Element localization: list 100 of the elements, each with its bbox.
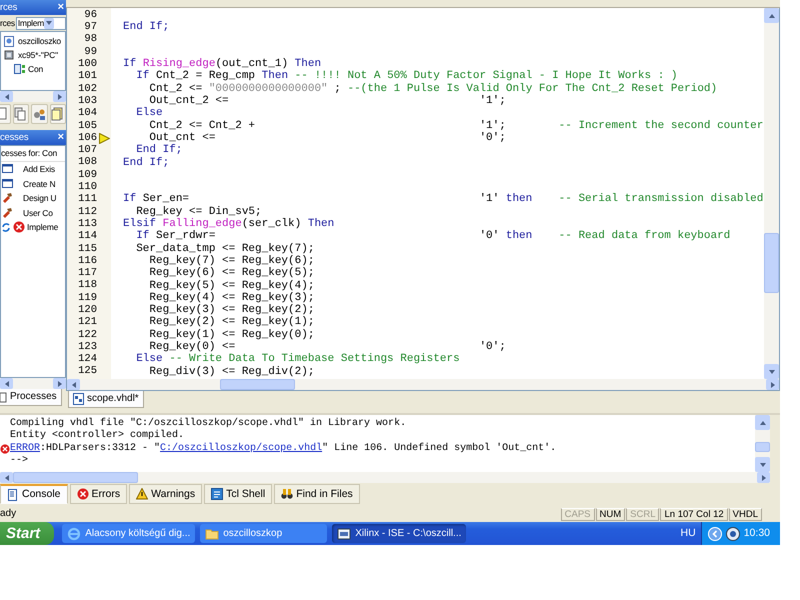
scroll-up-button[interactable] [764, 8, 779, 23]
process-item[interactable]: Add Exis [23, 164, 55, 174]
line-number: 106 [78, 132, 97, 144]
warning-icon [136, 488, 148, 500]
horizontal-scrollbar[interactable] [0, 472, 770, 483]
line-number: 97 [84, 21, 97, 34]
code-text: Reg_key(4) <= Reg_key(3); [148, 292, 314, 304]
expand-icon[interactable] [708, 526, 722, 540]
tools-icon [2, 206, 14, 219]
code-text: Reg_key(3) <= Reg_key(2); [148, 304, 314, 316]
document-icon [51, 107, 64, 121]
console-line: ERROR:HDLParsers:3312 - "C:/oszcilloszkop/scope.vhdl" Line 106. Undefined symbol 'Out_cnt'. [10, 442, 558, 456]
project-icon [4, 36, 16, 46]
line-number: 113 [78, 218, 97, 230]
taskbar-button[interactable]: oszcilloszkop [200, 524, 328, 543]
close-button[interactable]: × [58, 132, 64, 143]
taskbar-button[interactable]: Alacsony költségű dig... [62, 524, 196, 543]
shell-icon [211, 488, 224, 500]
line-number: 102 [78, 82, 97, 96]
tree-item[interactable]: Con [28, 64, 43, 74]
refresh-icon [1, 222, 11, 233]
console-line: Entity <controller> compiled. [10, 430, 186, 442]
scroll-left-button[interactable] [0, 91, 13, 102]
code-text: Reg_key(0) <= [149, 341, 236, 354]
code-text: '1'; [479, 95, 506, 108]
arrow-left-icon [2, 380, 10, 388]
console-tab[interactable]: Errors [70, 484, 128, 504]
console-tab[interactable]: Find in Files [274, 484, 360, 504]
code-text: '1'; [479, 120, 507, 132]
scrollbar-thumb[interactable] [764, 233, 779, 293]
horizontal-scrollbar[interactable] [0, 91, 66, 102]
tree-item[interactable]: oszcilloszko [18, 36, 61, 46]
status-indicator: CAPS [560, 508, 594, 520]
tools-icon [2, 192, 14, 204]
arrow-right-icon [56, 380, 64, 388]
line-number: 118 [78, 279, 97, 292]
scrollbar-thumb[interactable] [220, 379, 295, 390]
scroll-right-button[interactable] [53, 91, 66, 102]
code-text: Else -- Write Data To Timebase Settings Registers [135, 353, 460, 366]
link[interactable]: ERROR [10, 442, 40, 454]
line-number: 109 [78, 168, 97, 182]
vertical-scrollbar[interactable] [764, 8, 779, 379]
horizontal-scrollbar[interactable] [0, 378, 66, 389]
scroll-right-button[interactable] [766, 379, 779, 390]
process-item[interactable]: User Co [23, 208, 53, 218]
code-text: Reg_key(2) <= Reg_key(1); [148, 316, 314, 329]
close-button[interactable]: × [58, 2, 64, 13]
line-number: 120 [78, 304, 97, 317]
processes-tab[interactable]: Processes [0, 389, 62, 406]
code-text: Ser_data_tmp <= Reg_key(7); [135, 242, 314, 255]
toolbar-button[interactable] [12, 104, 29, 124]
toolbar-button[interactable] [31, 104, 48, 124]
scroll-left-button[interactable] [67, 379, 80, 390]
scroll-up-button[interactable] [755, 415, 770, 430]
filter-dropdown[interactable]: Implem [16, 16, 66, 30]
code-text: Cnt_2 <= Cnt_2 + [148, 120, 256, 132]
line-number: 121 [78, 316, 97, 329]
arrow-left-icon [2, 474, 10, 482]
horizontal-scrollbar[interactable] [67, 379, 779, 390]
network-icon[interactable] [726, 526, 740, 540]
status-message: ady [0, 508, 16, 520]
code-text: Reg_key(7) <= Reg_key(6); [148, 254, 314, 267]
process-item[interactable]: Impleme [27, 222, 58, 232]
scrollbar-thumb[interactable] [755, 442, 770, 452]
console-tab[interactable]: Warnings [129, 484, 202, 504]
browser-icon [67, 526, 82, 540]
code-text: Reg_div(3) <= Reg_div(2); [148, 366, 314, 378]
language-indicator[interactable]: HU [680, 527, 696, 540]
line-number: 99 [84, 46, 97, 58]
code-text: Reg_key(6) <= Reg_key(5); [148, 267, 314, 280]
code-comment: -- Increment the second counter [558, 120, 764, 132]
code-text: Else [135, 107, 163, 120]
file-icon [73, 393, 84, 405]
file-tab[interactable]: scope.vhdl* [68, 391, 144, 408]
toolbar-button[interactable] [50, 104, 66, 124]
scroll-down-button[interactable] [755, 457, 770, 472]
vertical-scrollbar[interactable] [755, 415, 770, 472]
scroll-down-button[interactable] [764, 364, 779, 379]
scroll-left-button[interactable] [0, 378, 13, 389]
link[interactable]: C:/oszcilloszkop/scope.vhdl [160, 442, 322, 454]
scroll-right-button[interactable] [757, 472, 770, 483]
scroll-left-button[interactable] [0, 472, 13, 483]
application-icon [337, 526, 352, 540]
line-number: 96 [84, 8, 97, 22]
console-tab[interactable]: Console [0, 484, 68, 504]
line-number: 114 [78, 230, 97, 243]
code-text: End If; [123, 156, 170, 169]
line-number: 123 [78, 340, 97, 354]
scroll-right-button[interactable] [53, 378, 66, 389]
code-text: Reg_key(1) <= Reg_key(0); [148, 328, 314, 341]
pages-icon [14, 107, 28, 121]
tree-item[interactable]: xc95*-"PC" [18, 50, 58, 60]
code-text: '0'; [479, 132, 506, 144]
console-tab[interactable]: Tcl Shell [204, 484, 272, 504]
scrollbar-thumb[interactable] [13, 472, 138, 483]
process-item[interactable]: Create N [23, 178, 56, 189]
taskbar-button[interactable]: Xilinx - ISE - C:\oszcill... [332, 524, 466, 543]
process-item[interactable]: Design U [23, 193, 56, 204]
line-number: 101 [78, 70, 97, 83]
code-text: '0'; [479, 341, 506, 354]
